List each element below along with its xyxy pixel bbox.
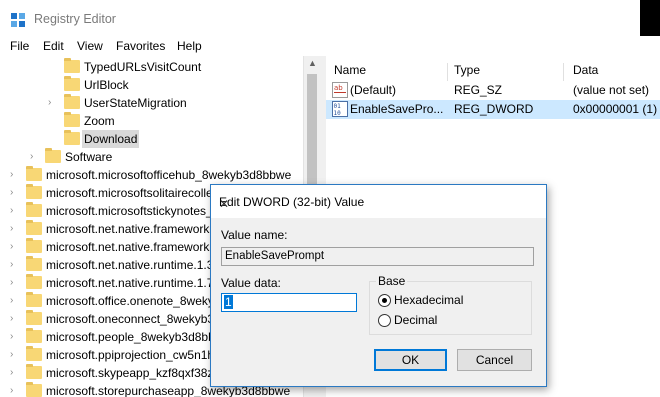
chevron-right-icon[interactable]: › xyxy=(48,94,58,112)
chevron-right-icon[interactable]: › xyxy=(10,166,20,184)
tree-item-label: Zoom xyxy=(84,114,115,128)
tree-item-label: Download xyxy=(82,130,140,148)
folder-icon xyxy=(26,220,42,235)
folder-icon xyxy=(26,364,42,379)
tree-item[interactable]: › Software xyxy=(0,148,320,166)
column-divider[interactable] xyxy=(447,63,448,81)
folder-icon xyxy=(26,256,42,271)
value-data: 0x00000001 (1) xyxy=(573,102,658,116)
folder-icon xyxy=(64,94,80,109)
menu-favorites[interactable]: Favorites xyxy=(116,39,165,53)
value-name-label: Value name: xyxy=(221,228,288,242)
value-type: REG_SZ xyxy=(454,83,503,97)
list-item[interactable]: ab (Default) REG_SZ (value not set) xyxy=(326,81,660,100)
folder-icon xyxy=(26,292,42,307)
value-data: (value not set) xyxy=(573,83,650,97)
column-divider[interactable] xyxy=(563,63,564,81)
base-group-label: Base xyxy=(376,274,408,288)
tree-item[interactable]: UrlBlock xyxy=(0,76,320,94)
folder-icon xyxy=(26,328,42,343)
menu-edit[interactable]: Edit xyxy=(43,39,64,53)
svg-text:ab: ab xyxy=(334,84,343,92)
folder-icon xyxy=(64,58,80,73)
folder-icon xyxy=(45,148,61,163)
tree-item-label: UserStateMigration xyxy=(84,96,187,110)
folder-icon xyxy=(64,112,80,127)
chevron-right-icon[interactable]: › xyxy=(10,220,20,238)
tree-item[interactable]: › microsoft.microsoftofficehub_8wekyb3d8… xyxy=(0,166,320,184)
registry-editor-icon xyxy=(11,13,25,27)
chevron-right-icon[interactable]: › xyxy=(10,202,20,220)
chevron-right-icon[interactable]: › xyxy=(10,274,20,292)
chevron-right-icon[interactable]: › xyxy=(10,292,20,310)
cancel-button[interactable]: Cancel xyxy=(457,349,532,371)
chevron-right-icon[interactable]: › xyxy=(10,310,20,328)
hexadecimal-label[interactable]: Hexadecimal xyxy=(394,293,463,307)
window-title: Registry Editor xyxy=(34,12,116,26)
dword-value-icon: 01 10 xyxy=(332,101,348,117)
chevron-right-icon[interactable]: › xyxy=(10,382,20,397)
menu-view[interactable]: View xyxy=(77,39,103,53)
value-type: REG_DWORD xyxy=(454,102,534,116)
folder-icon xyxy=(26,184,42,199)
value-name: EnableSavePro... xyxy=(350,102,444,116)
hexadecimal-radio[interactable] xyxy=(378,294,391,307)
value-data-input[interactable]: 1 xyxy=(221,293,357,312)
scroll-up-arrow-icon[interactable]: ▲ xyxy=(308,58,317,68)
dialog-title-bar: Edit DWORD (32-bit) Value ✕ xyxy=(211,185,546,218)
folder-icon xyxy=(26,382,42,397)
tree-item-label: microsoft.people_8wekyb3d8bbwe xyxy=(46,330,231,344)
chevron-right-icon[interactable]: › xyxy=(10,256,20,274)
edit-dword-dialog: Edit DWORD (32-bit) Value ✕ Value name: … xyxy=(210,184,547,387)
value-data-text: 1 xyxy=(224,295,233,309)
menu-bar: File Edit View Favorites Help xyxy=(0,36,660,56)
chevron-right-icon[interactable]: › xyxy=(10,184,20,202)
value-name-text: EnableSavePrompt xyxy=(225,250,325,262)
folder-icon xyxy=(26,202,42,217)
tree-item-label: TypedURLsVisitCount xyxy=(84,60,202,74)
close-icon[interactable]: ✕ xyxy=(219,195,534,213)
menu-help[interactable]: Help xyxy=(177,39,202,53)
chevron-right-icon[interactable]: › xyxy=(10,328,20,346)
value-name: (Default) xyxy=(350,83,397,97)
radio-selected-dot xyxy=(382,298,387,303)
string-value-icon: ab xyxy=(332,82,348,98)
list-item-selected[interactable]: 01 10 EnableSavePro... REG_DWORD 0x00000… xyxy=(326,100,660,119)
folder-icon xyxy=(26,346,42,361)
decimal-label[interactable]: Decimal xyxy=(394,313,437,327)
folder-icon xyxy=(26,166,42,181)
desktop-edge xyxy=(640,0,660,36)
column-header-data[interactable]: Data xyxy=(573,63,598,77)
column-header-name[interactable]: Name xyxy=(334,63,366,77)
tree-item[interactable]: › UserStateMigration xyxy=(0,94,320,112)
ok-button[interactable]: OK xyxy=(374,349,447,371)
chevron-right-icon[interactable]: › xyxy=(10,364,20,382)
folder-icon xyxy=(64,130,80,145)
svg-text:10: 10 xyxy=(334,110,342,117)
base-group: Base Hexadecimal Decimal xyxy=(369,274,532,335)
chevron-right-icon[interactable]: › xyxy=(30,148,40,166)
decimal-radio[interactable] xyxy=(378,314,391,327)
tree-item-label: microsoft.microsoftofficehub_8wekyb3d8bb… xyxy=(46,168,292,182)
tree-item-label: Software xyxy=(65,150,113,164)
tree-item-label: microsoft.skypeapp_kzf8qxf38zg5c xyxy=(46,366,233,380)
value-name-field: EnableSavePrompt xyxy=(221,247,534,266)
chevron-right-icon[interactable]: › xyxy=(10,346,20,364)
chevron-right-icon[interactable]: › xyxy=(10,238,20,256)
folder-icon xyxy=(26,310,42,325)
tree-item-selected[interactable]: Download xyxy=(0,130,320,148)
tree-item[interactable]: TypedURLsVisitCount xyxy=(0,58,320,76)
tree-item-label: UrlBlock xyxy=(84,78,129,92)
tree-item[interactable]: Zoom xyxy=(0,112,320,130)
folder-icon xyxy=(64,76,80,91)
menu-file[interactable]: File xyxy=(10,39,29,53)
title-bar: Registry Editor xyxy=(0,0,640,36)
column-header-type[interactable]: Type xyxy=(454,63,480,77)
folder-icon xyxy=(26,274,42,289)
svg-text:01: 01 xyxy=(334,103,342,110)
folder-icon xyxy=(26,238,42,253)
value-data-label: Value data: xyxy=(221,276,281,290)
